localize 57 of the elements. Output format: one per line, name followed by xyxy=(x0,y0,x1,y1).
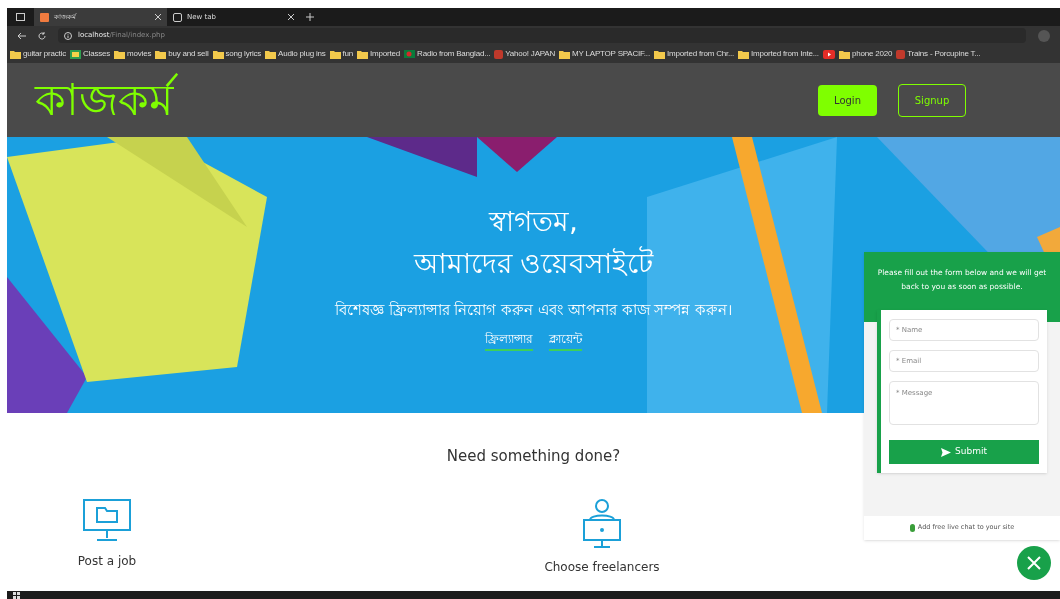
site-icon xyxy=(494,49,504,59)
leaf-icon xyxy=(909,524,915,532)
folder-icon xyxy=(357,49,369,59)
bookmark[interactable]: buy and sell xyxy=(155,48,209,60)
bookmark[interactable]: MY LAPTOP SPACIF... xyxy=(559,48,650,60)
folder-icon xyxy=(155,49,167,59)
login-button[interactable]: Login xyxy=(818,84,877,116)
info-icon xyxy=(64,31,72,40)
bookmark[interactable]: Classes xyxy=(70,48,111,60)
bookmark[interactable]: Imported from Chr... xyxy=(653,48,735,60)
site-logo[interactable]: কাজকর্ম xyxy=(29,64,179,136)
bookmark[interactable]: Trains - Porcupine T... xyxy=(896,48,981,60)
reload-icon[interactable] xyxy=(38,31,46,40)
folder-icon xyxy=(329,49,341,59)
send-icon xyxy=(941,447,952,457)
hero-title-line: আমাদের ওয়েবসাইটে xyxy=(413,245,654,282)
folder-icon xyxy=(559,49,571,59)
bookmark[interactable]: Imported xyxy=(357,48,401,60)
flag-icon xyxy=(404,50,416,58)
bookmark[interactable]: Radio from Banglad... xyxy=(404,48,491,60)
folder-icon xyxy=(738,49,750,59)
bookmark[interactable]: Yahoo! JAPAN xyxy=(494,48,556,60)
new-tab-icon xyxy=(173,12,182,22)
feature-label: Post a job xyxy=(77,552,137,570)
bookmark[interactable] xyxy=(822,49,835,59)
hero-title-line: স্বাগতম, xyxy=(489,204,578,240)
bookmark[interactable]: fun xyxy=(329,48,354,60)
close-icon[interactable] xyxy=(155,14,161,20)
tab-actions-icon xyxy=(16,13,25,21)
site-favicon-icon xyxy=(40,12,49,22)
classroom-icon xyxy=(70,49,81,59)
video-icon xyxy=(822,49,835,59)
close-icon xyxy=(1027,556,1041,570)
folder-icon xyxy=(212,49,224,59)
feature-label: Choose freelancers xyxy=(544,558,660,576)
hero-subtitle: বিশেষজ্ঞ ফ্রিল্যান্সার নিয়োগ করুন এবং আপনার কাজ সম্পন্ন করুন। xyxy=(334,300,733,321)
signup-button[interactable]: Signup xyxy=(898,83,966,117)
folder-icon xyxy=(653,49,665,59)
bookmark[interactable]: phone 2020 xyxy=(838,48,893,60)
folder-icon xyxy=(265,49,277,59)
monitor-icon xyxy=(82,497,132,542)
bookmark[interactable]: Audio plug ins xyxy=(265,48,326,60)
site-icon xyxy=(896,49,906,59)
close-icon[interactable] xyxy=(288,14,294,20)
windows-start-icon[interactable] xyxy=(13,591,20,599)
person-at-monitor-icon xyxy=(582,497,622,548)
new-tab-icon[interactable] xyxy=(306,13,314,21)
folder-icon xyxy=(838,49,850,59)
bookmark[interactable]: Imported from Inte... xyxy=(738,48,819,60)
bookmark[interactable]: guitar practic xyxy=(10,48,66,60)
back-icon[interactable] xyxy=(17,31,26,40)
close-chat-button[interactable] xyxy=(1017,546,1051,580)
bookmark[interactable]: song lyrics xyxy=(212,48,262,60)
folder-icon xyxy=(10,49,21,59)
bookmark[interactable]: movies xyxy=(114,48,152,60)
folder-icon xyxy=(114,49,126,59)
section-title: Need something done? xyxy=(446,446,621,467)
